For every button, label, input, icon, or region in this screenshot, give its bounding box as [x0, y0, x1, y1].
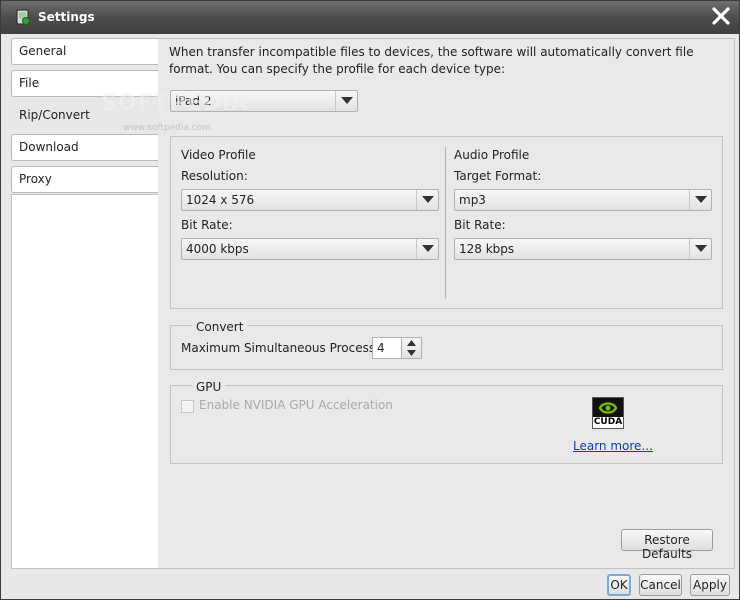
video-profile-title: Video Profile	[181, 148, 256, 162]
convert-group-title: Convert	[192, 320, 248, 334]
resolution-label: Resolution:	[181, 169, 248, 183]
spinner-down-icon[interactable]	[407, 350, 416, 356]
cuda-logo-text: CUDA	[593, 417, 623, 428]
learn-more-link[interactable]: Learn more...	[573, 439, 653, 453]
chevron-down-icon	[335, 91, 357, 111]
chevron-down-icon	[416, 239, 438, 259]
sidebar-item-general[interactable]: General	[11, 38, 159, 65]
cuda-logo-icon: CUDA	[592, 397, 624, 429]
settings-window: Settings General File Rip/Convert Downlo…	[0, 0, 740, 600]
audio-bitrate-select[interactable]: 128 kbps	[454, 238, 712, 260]
ok-button[interactable]: OK	[607, 574, 631, 596]
audio-bitrate-label: Bit Rate:	[454, 218, 506, 232]
max-processes-input[interactable]: 4	[372, 337, 402, 359]
resolution-select[interactable]: 1024 x 576	[181, 189, 439, 211]
profile-divider	[445, 147, 446, 299]
enable-gpu-label: Enable NVIDIA GPU Acceleration	[199, 398, 393, 412]
max-processes-stepper[interactable]	[402, 337, 422, 359]
max-processes-value: 4	[377, 341, 385, 355]
resolution-value: 1024 x 576	[186, 193, 255, 207]
audio-profile-title: Audio Profile	[454, 148, 530, 162]
sidebar-item-label: Download	[19, 140, 79, 154]
target-format-label: Target Format:	[454, 169, 542, 183]
audio-bitrate-value: 128 kbps	[459, 242, 515, 256]
target-format-select[interactable]: mp3	[454, 189, 712, 211]
sidebar-item-label: General	[19, 44, 67, 58]
chevron-down-icon	[689, 239, 711, 259]
sidebar-item-label: Proxy	[19, 172, 52, 186]
cancel-button[interactable]: Cancel	[639, 574, 682, 596]
watermark: SOFTPEDIA	[101, 91, 250, 116]
close-icon[interactable]	[709, 6, 733, 28]
sidebar-background	[11, 194, 159, 569]
sidebar-item-download[interactable]: Download	[11, 134, 159, 161]
title-bar: Settings	[1, 1, 739, 34]
video-bitrate-value: 4000 kbps	[186, 242, 249, 256]
app-icon	[16, 9, 30, 25]
gpu-group-title: GPU	[192, 380, 226, 394]
video-bitrate-label: Bit Rate:	[181, 218, 233, 232]
sidebar-item-proxy[interactable]: Proxy	[11, 166, 159, 193]
restore-defaults-button[interactable]: Restore Defaults	[621, 529, 713, 561]
video-bitrate-select[interactable]: 4000 kbps	[181, 238, 439, 260]
watermark-url: www.softpedia.com	[123, 123, 211, 133]
spinner-up-icon[interactable]	[407, 340, 416, 346]
enable-gpu-checkbox[interactable]	[181, 400, 194, 413]
chevron-down-icon	[416, 190, 438, 210]
dialog-body: General File Rip/Convert Download Proxy …	[1, 34, 739, 599]
max-processes-label: Maximum Simultaneous Processes:	[181, 341, 393, 355]
target-format-value: mp3	[459, 193, 486, 207]
panel-description: When transfer incompatible files to devi…	[169, 45, 694, 76]
apply-button[interactable]: Apply	[690, 574, 730, 596]
chevron-down-icon	[689, 190, 711, 210]
rip-convert-panel: When transfer incompatible files to devi…	[158, 38, 735, 569]
sidebar-item-label: Rip/Convert	[19, 108, 90, 122]
window-title: Settings	[38, 10, 95, 24]
sidebar-item-label: File	[19, 76, 40, 90]
